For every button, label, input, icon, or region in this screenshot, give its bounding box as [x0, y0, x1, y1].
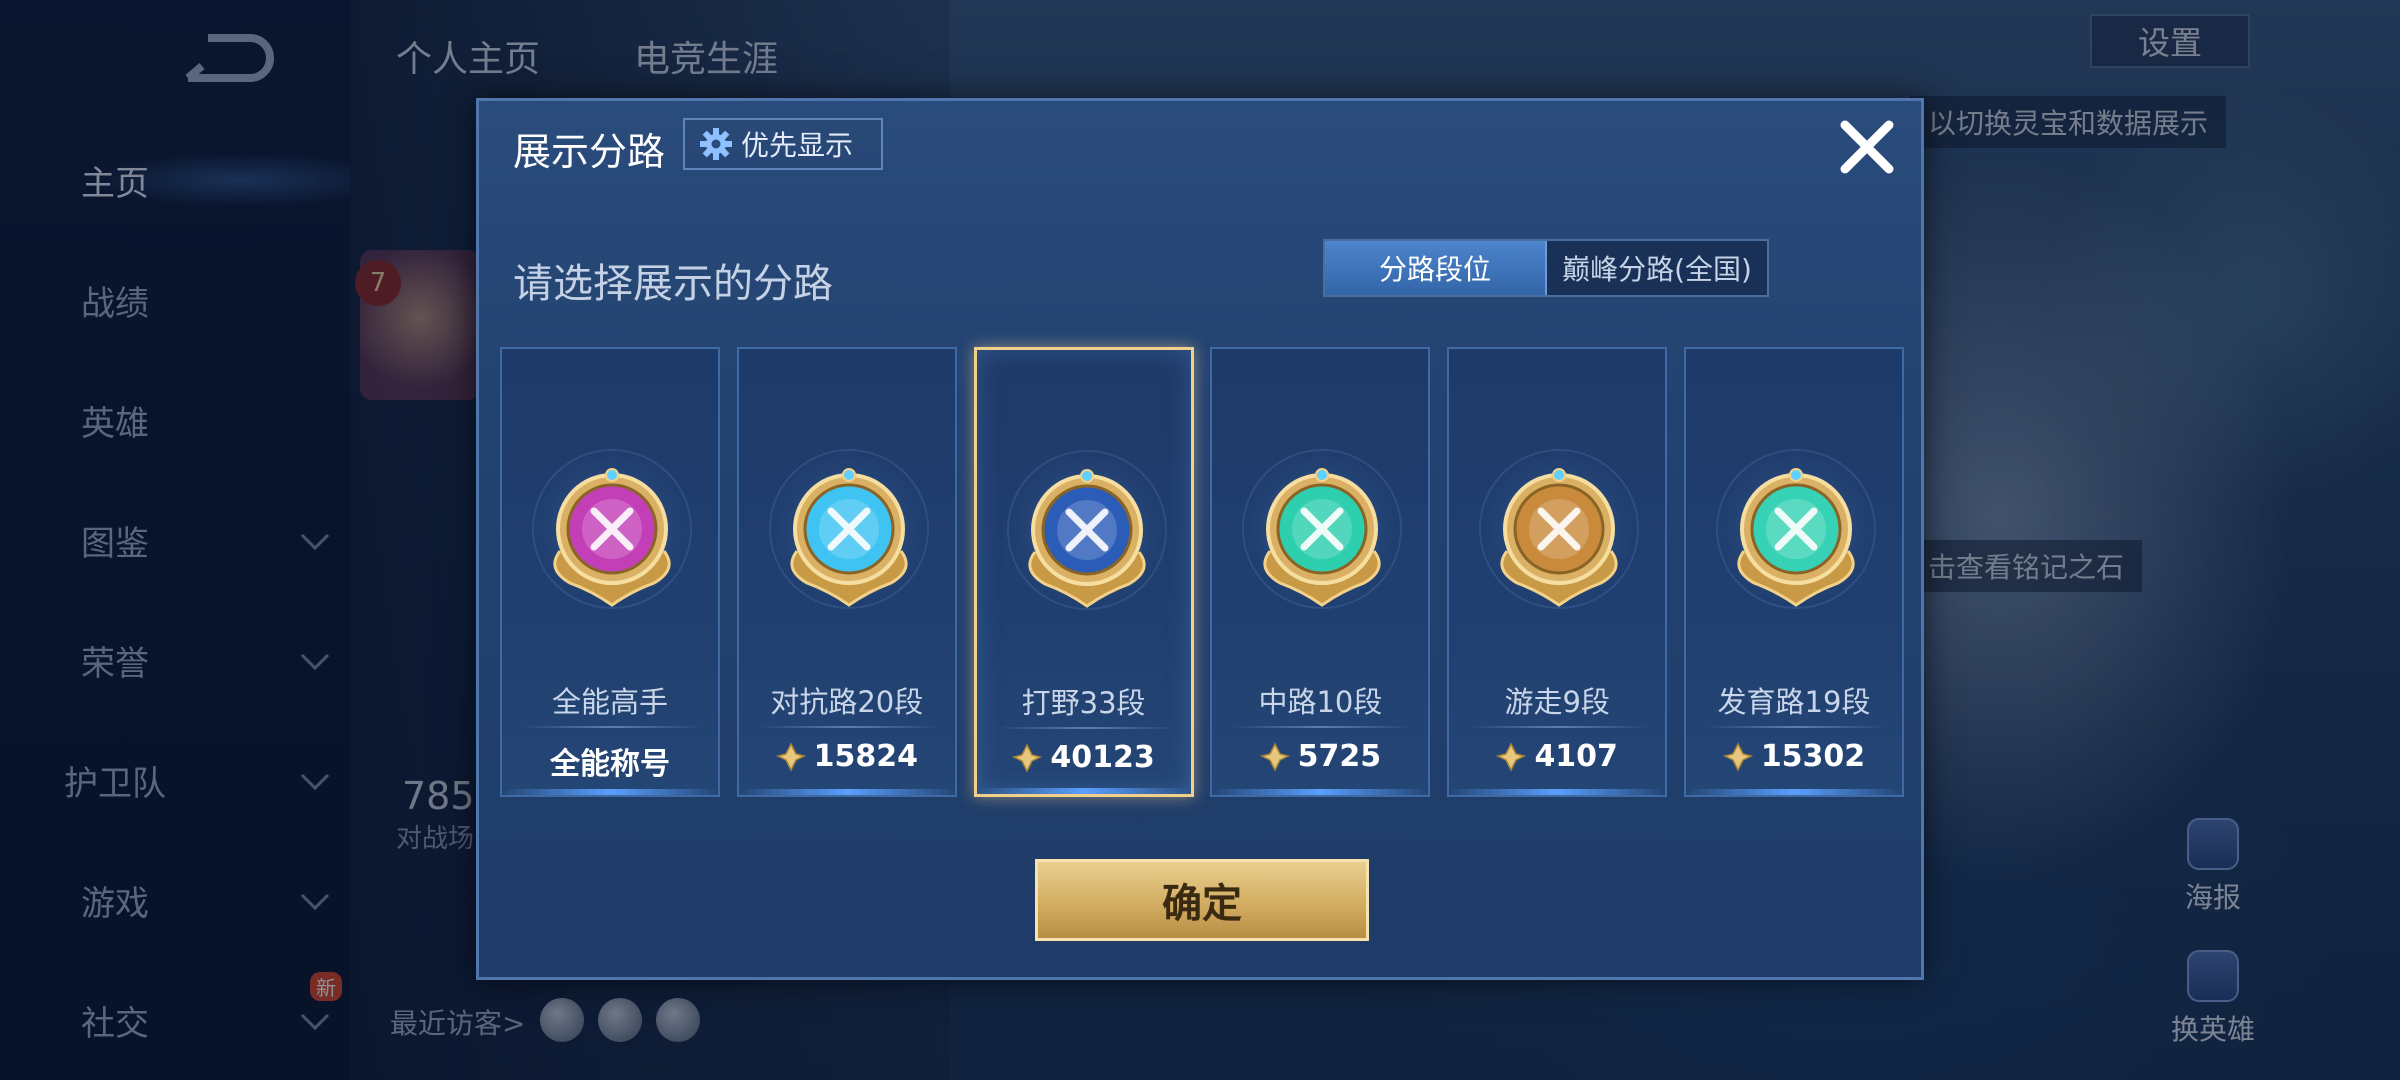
gear-icon — [700, 128, 732, 160]
jungle-emblem-icon — [1027, 469, 1146, 608]
lane-name: 对抗路20段 — [770, 685, 924, 719]
lane-score: 全能称号 — [502, 739, 718, 783]
lane-card-jungle[interactable]: 打野33段 40123 — [973, 347, 1194, 797]
mid-lane-emblem-icon — [1263, 468, 1382, 607]
confirm-button[interactable]: 确定 — [1035, 859, 1369, 941]
tab-peak-lane-national[interactable]: 巅峰分路(全国) — [1547, 241, 1767, 295]
lane-name: 打野33段 — [1021, 686, 1146, 720]
divider — [1232, 726, 1413, 728]
card-bottom-glow — [1212, 789, 1429, 795]
rank-score-icon — [1496, 741, 1527, 772]
divider — [522, 726, 702, 728]
tab-lane-rank[interactable]: 分路段位 — [1325, 241, 1547, 295]
card-bottom-glow — [976, 788, 1191, 794]
farm-lane-emblem-icon — [1737, 468, 1855, 607]
lane-card-farm-lane[interactable]: 发育路19段 15302 — [1684, 347, 1904, 797]
select-lane-prompt: 请选择展示的分路 — [513, 261, 833, 307]
card-bottom-glow — [502, 789, 718, 795]
card-bottom-glow — [738, 789, 955, 795]
divider — [1706, 726, 1886, 728]
lane-card-mid-lane[interactable]: 中路10段 5725 — [1210, 347, 1431, 797]
lane-name: 全能高手 — [551, 685, 668, 719]
roam-emblem-icon — [1500, 468, 1618, 607]
dialog-title: 展示分路 — [513, 130, 666, 174]
rank-score-icon — [1012, 742, 1043, 773]
lane-name: 游走9段 — [1504, 685, 1610, 719]
rank-score-icon — [1259, 741, 1290, 772]
rank-score-icon — [775, 741, 806, 772]
lane-score-value: 15824 — [813, 739, 918, 774]
close-icon[interactable] — [1835, 115, 1899, 179]
lane-score-value: 40123 — [1050, 740, 1155, 775]
lane-score-value: 4107 — [1534, 739, 1618, 774]
lane-mode-toggle: 分路段位 巅峰分路(全国) — [1323, 239, 1769, 297]
lane-score: 4107 — [1449, 739, 1665, 774]
divider — [1469, 726, 1650, 728]
priority-display-button[interactable]: 优先显示 — [683, 118, 883, 170]
display-lane-dialog: 展示分路 优先显示 请选择展示的分路 分路段位 巅峰分路(全国) 全能高手全能称… — [476, 98, 1924, 980]
lane-card-list: 全能高手 全能称号 对抗路20段 15824 打野33段 40123 中路10段 5725 游走… — [500, 347, 1904, 797]
lane-score: 40123 — [977, 740, 1191, 775]
card-bottom-glow — [1449, 789, 1666, 795]
divider — [758, 726, 939, 728]
divider — [996, 727, 1177, 729]
lane-score-value: 全能称号 — [550, 747, 670, 782]
priority-display-label: 优先显示 — [741, 129, 854, 162]
lane-score: 15302 — [1686, 739, 1902, 774]
all-round-emblem-icon — [553, 468, 671, 607]
lane-score: 15824 — [739, 739, 955, 774]
card-bottom-glow — [1686, 789, 1902, 795]
lane-score-value: 15302 — [1760, 739, 1866, 774]
lane-score: 5725 — [1212, 739, 1428, 774]
lane-score-value: 5725 — [1297, 739, 1382, 774]
lane-name: 发育路19段 — [1717, 685, 1871, 719]
lane-card-clash-lane[interactable]: 对抗路20段 15824 — [736, 347, 957, 797]
lane-card-all-round[interactable]: 全能高手 全能称号 — [500, 347, 720, 797]
rank-score-icon — [1722, 741, 1753, 772]
lane-name: 中路10段 — [1258, 685, 1383, 719]
clash-lane-emblem-icon — [790, 468, 908, 607]
lane-card-roam[interactable]: 游走9段 4107 — [1447, 347, 1668, 797]
